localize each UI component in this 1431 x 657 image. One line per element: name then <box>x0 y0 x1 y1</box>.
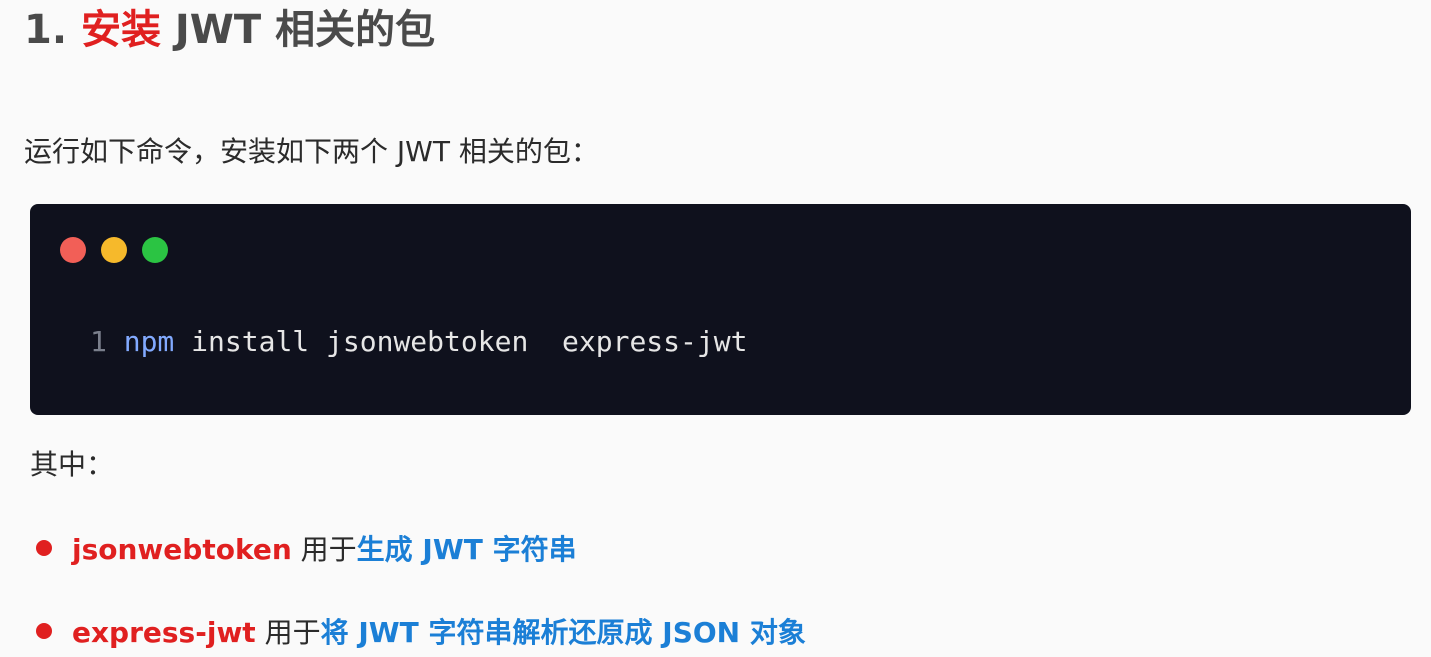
code-command: npm <box>123 325 175 358</box>
bullet-dot-icon <box>36 540 52 556</box>
line-number: 1 <box>90 325 107 358</box>
list-item: express-jwt 用于将 JWT 字符串解析还原成 JSON 对象 <box>36 611 806 655</box>
bullet-dot-icon <box>36 623 52 639</box>
window-minimize-dot-icon <box>101 237 127 263</box>
heading-accent: 安装 <box>80 7 161 53</box>
page: 1. 安装 JWT 相关的包 运行如下命令，安装如下两个 JWT 相关的包： 1… <box>0 0 1431 657</box>
code-line: 1 npm install jsonwebtoken express-jwt <box>90 320 747 364</box>
package-purpose: 将 JWT 字符串解析还原成 JSON 对象 <box>320 616 806 649</box>
code-args: install jsonwebtoken express-jwt <box>191 325 748 358</box>
heading-rest: JWT 相关的包 <box>174 7 436 53</box>
connector-text: 用于 <box>264 616 321 649</box>
list-item: jsonwebtoken 用于生成 JWT 字符串 <box>36 528 577 572</box>
connector-text: 用于 <box>300 533 357 566</box>
among-label: 其中： <box>30 448 115 481</box>
intro-text: 运行如下命令，安装如下两个 JWT 相关的包： <box>24 135 599 168</box>
code-block <box>30 204 1411 415</box>
window-maximize-dot-icon <box>142 237 168 263</box>
section-heading: 1. 安装 JWT 相关的包 <box>24 4 435 56</box>
window-close-dot-icon <box>60 237 86 263</box>
package-purpose: 生成 JWT 字符串 <box>356 533 577 566</box>
package-name: jsonwebtoken <box>72 533 292 566</box>
package-name: express-jwt <box>72 616 256 649</box>
heading-number: 1. <box>24 7 68 53</box>
